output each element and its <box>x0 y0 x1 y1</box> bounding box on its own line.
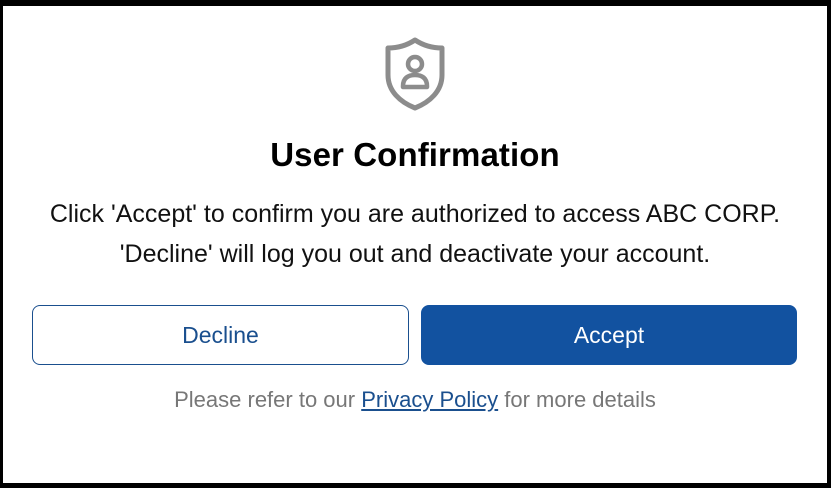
dialog-title: User Confirmation <box>270 136 560 173</box>
footer-suffix: for more details <box>504 387 656 412</box>
user-shield-icon <box>385 37 445 111</box>
footer-note: Please refer to our Privacy Policy for m… <box>3 387 827 413</box>
accept-button-label: Accept <box>573 321 645 348</box>
decline-button-label: Decline <box>182 321 259 348</box>
confirmation-dialog: User Confirmation Click 'Accept' to conf… <box>3 6 827 483</box>
accept-button[interactable]: Accept <box>421 305 797 365</box>
decline-button[interactable]: Decline <box>32 305 409 365</box>
privacy-policy-link[interactable]: Privacy Policy <box>361 387 498 412</box>
dialog-message: Click 'Accept' to confirm you are author… <box>49 200 781 268</box>
footer-prefix: Please refer to our <box>174 387 356 412</box>
